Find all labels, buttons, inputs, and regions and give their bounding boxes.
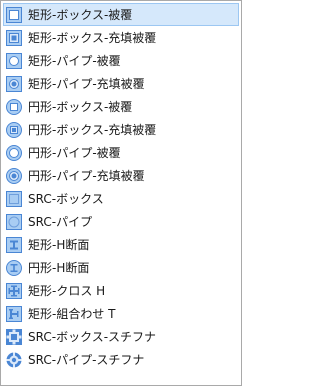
src-box-icon	[6, 190, 22, 207]
menu-item-label: 矩形-H断面	[28, 237, 90, 252]
menu-item-rect-pipe-coated[interactable]: 矩形-パイプ-被覆	[3, 49, 239, 72]
circle-box-filled-coated-icon	[6, 121, 22, 138]
menu-item-label: 円形-ボックス-充填被覆	[28, 122, 157, 137]
menu-item-label: SRC-ボックス-スチフナ	[28, 329, 157, 344]
menu-item-src-pipe-stiffener[interactable]: SRC-パイプ-スチフナ	[3, 348, 239, 371]
menu-item-circle-h-section[interactable]: 円形-H断面	[3, 256, 239, 279]
rect-box-coated-icon	[6, 6, 22, 23]
menu-item-rect-combined-t[interactable]: 矩形-組合わせ T	[3, 302, 239, 325]
menu-item-label: 矩形-組合わせ T	[28, 306, 116, 321]
menu-item-src-box-stiffener[interactable]: SRC-ボックス-スチフナ	[3, 325, 239, 348]
menu-item-label: SRC-パイプ-スチフナ	[28, 352, 145, 367]
menu-item-label: SRC-パイプ	[28, 214, 93, 229]
menu-item-label: 矩形-ボックス-充填被覆	[28, 30, 157, 45]
src-box-stiffener-icon	[6, 328, 22, 345]
rect-combined-t-icon	[6, 305, 22, 322]
menu-item-label: 円形-ボックス-被覆	[28, 99, 133, 114]
menu-item-src-pipe[interactable]: SRC-パイプ	[3, 210, 239, 233]
menu-item-rect-h-section[interactable]: 矩形-H断面	[3, 233, 239, 256]
menu-item-label: 円形-パイプ-被覆	[28, 145, 121, 160]
menu-item-label: 矩形-ボックス-被覆	[28, 7, 133, 22]
circle-h-section-icon	[6, 259, 22, 276]
rect-cross-h-icon	[6, 282, 22, 299]
menu-item-label: 円形-パイプ-充填被覆	[28, 168, 145, 183]
menu-item-rect-box-coated[interactable]: 矩形-ボックス-被覆	[3, 3, 239, 26]
circle-pipe-coated-icon	[6, 144, 22, 161]
rect-h-section-icon	[6, 236, 22, 253]
menu-item-src-box[interactable]: SRC-ボックス	[3, 187, 239, 210]
menu-item-rect-box-filled-coated[interactable]: 矩形-ボックス-充填被覆	[3, 26, 239, 49]
rect-pipe-filled-coated-icon	[6, 75, 22, 92]
src-pipe-icon	[6, 213, 22, 230]
menu-item-label: SRC-ボックス	[28, 191, 104, 206]
menu-item-circle-pipe-filled-coated[interactable]: 円形-パイプ-充填被覆	[3, 164, 239, 187]
src-pipe-stiffener-icon	[6, 352, 22, 367]
menu-item-circle-box-coated[interactable]: 円形-ボックス-被覆	[3, 95, 239, 118]
rect-box-filled-coated-icon	[6, 29, 22, 46]
menu-item-circle-box-filled-coated[interactable]: 円形-ボックス-充填被覆	[3, 118, 239, 141]
circle-pipe-filled-coated-icon	[6, 167, 22, 184]
circle-box-coated-icon	[6, 98, 22, 115]
menu-item-circle-pipe-coated[interactable]: 円形-パイプ-被覆	[3, 141, 239, 164]
menu-item-label: 矩形-クロス H	[28, 283, 106, 298]
rect-pipe-coated-icon	[6, 52, 22, 69]
menu-item-label: 矩形-パイプ-充填被覆	[28, 76, 145, 91]
menu-item-rect-pipe-filled-coated[interactable]: 矩形-パイプ-充填被覆	[3, 72, 239, 95]
menu-item-label: 円形-H断面	[28, 260, 90, 275]
menu-item-rect-cross-h[interactable]: 矩形-クロス H	[3, 279, 239, 302]
menu-item-label: 矩形-パイプ-被覆	[28, 53, 121, 68]
section-type-menu: 矩形-ボックス-被覆 矩形-ボックス-充填被覆 矩形-パイプ-被覆 矩形-パイプ…	[0, 0, 242, 386]
